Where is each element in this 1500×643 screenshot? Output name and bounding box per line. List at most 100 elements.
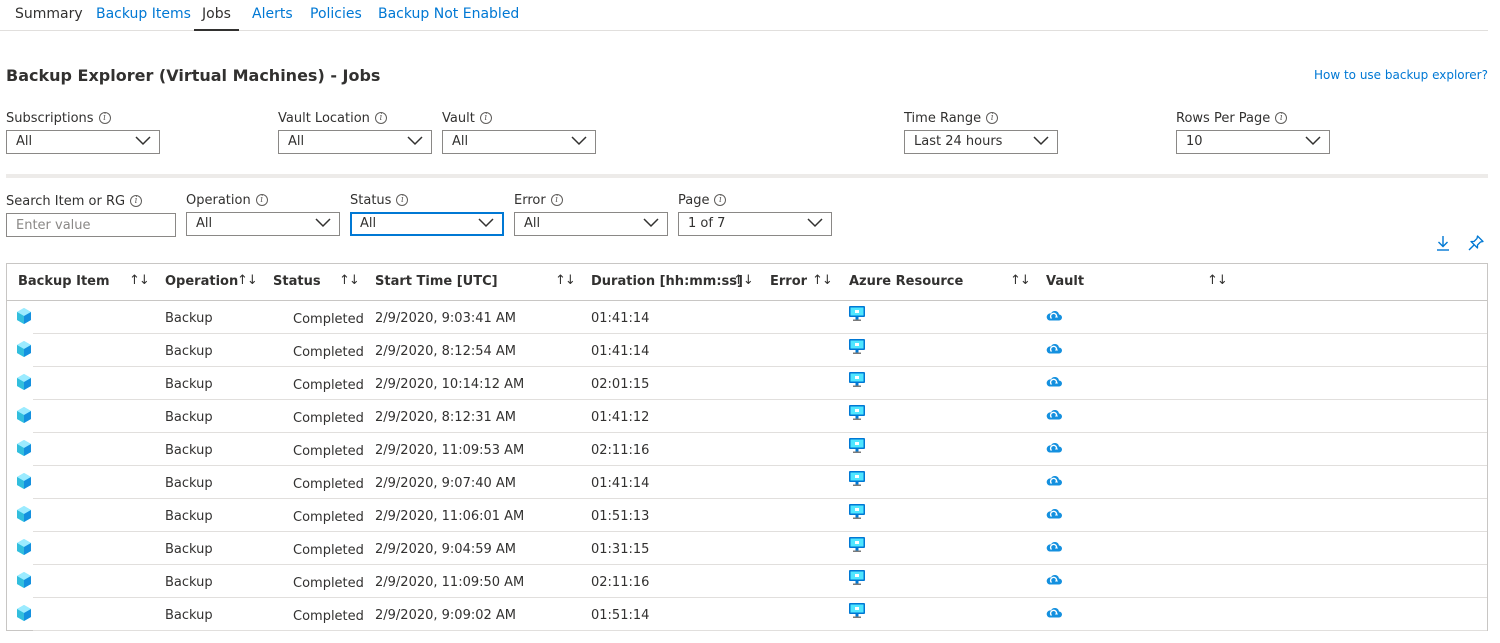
tab-backup-items[interactable]: Backup Items	[96, 6, 191, 22]
status-cell: Completed	[293, 378, 364, 393]
vault-dropdown[interactable]: All	[442, 130, 596, 154]
tab-backup-not-enabled[interactable]: Backup Not Enabled	[378, 6, 519, 22]
tab-jobs[interactable]: Jobs	[194, 6, 239, 31]
table-row[interactable]: Backup Completed 2/9/2020, 11:09:53 AM 0…	[7, 433, 1487, 466]
duration-cell: 02:01:15	[591, 377, 650, 392]
sort-icon[interactable]: ↑↓	[733, 273, 754, 288]
time-range-value: Last 24 hours	[914, 134, 1003, 149]
table-row[interactable]: Backup Completed 2/9/2020, 11:09:50 AM 0…	[7, 565, 1487, 598]
status-cell: Completed	[293, 345, 364, 360]
start-time-cell: 2/9/2020, 9:03:41 AM	[375, 311, 517, 326]
vm-cube-icon	[17, 374, 31, 390]
table-row[interactable]: Backup Completed 2/9/2020, 9:07:40 AM 01…	[7, 466, 1487, 499]
sort-icon[interactable]: ↑↓	[237, 273, 258, 288]
time-range-dropdown[interactable]: Last 24 hours	[904, 130, 1058, 154]
vault-filter: Vault i All	[442, 110, 596, 154]
error-label: Error	[514, 192, 546, 208]
info-icon[interactable]: i	[1275, 112, 1288, 124]
status-cell: Completed	[293, 411, 364, 426]
column-header-status[interactable]: Status	[273, 274, 321, 289]
duration-cell: 01:41:14	[591, 311, 650, 326]
operation-dropdown[interactable]: All	[186, 212, 340, 236]
error-filter: Error i All	[514, 192, 668, 236]
page-dropdown[interactable]: 1 of 7	[678, 212, 832, 236]
duration-cell: 02:11:16	[591, 575, 650, 590]
start-time-cell: 2/9/2020, 11:09:50 AM	[375, 575, 525, 590]
status-cell: Completed	[293, 477, 364, 492]
vm-cube-icon	[17, 341, 31, 357]
vault-location-dropdown[interactable]: All	[278, 130, 432, 154]
info-icon[interactable]: i	[714, 194, 727, 206]
operation-cell: Backup	[165, 476, 213, 491]
column-header-backup-item[interactable]: Backup Item	[18, 274, 110, 289]
vm-cube-icon	[17, 572, 31, 588]
pin-icon[interactable]	[1467, 234, 1485, 252]
operation-cell: Backup	[165, 575, 213, 590]
table-row[interactable]: Backup Completed 2/9/2020, 9:09:02 AM 01…	[7, 598, 1487, 631]
column-header-vault[interactable]: Vault	[1046, 274, 1084, 289]
subscriptions-filter: Subscriptions i All	[6, 110, 160, 154]
column-header-error[interactable]: Error	[770, 274, 807, 289]
sort-icon[interactable]: ↑↓	[1010, 273, 1031, 288]
error-dropdown[interactable]: All	[514, 212, 668, 236]
sort-icon[interactable]: ↑↓	[339, 273, 360, 288]
duration-cell: 01:41:14	[591, 476, 650, 491]
sort-icon[interactable]: ↑↓	[129, 273, 150, 288]
virtual-machine-monitor-icon	[849, 405, 865, 420]
info-icon[interactable]: i	[374, 112, 387, 124]
search-input[interactable]	[6, 213, 176, 237]
vault-location-label: Vault Location	[278, 110, 370, 126]
duration-cell: 02:11:16	[591, 443, 650, 458]
chevron-down-icon	[571, 136, 587, 146]
column-header-operation[interactable]: Operation	[165, 274, 238, 289]
recovery-vault-cloud-icon	[1046, 409, 1062, 420]
status-dropdown[interactable]: All	[350, 212, 504, 236]
tab-summary[interactable]: Summary	[15, 6, 83, 22]
operation-label: Operation	[186, 192, 251, 208]
info-icon[interactable]: i	[396, 194, 409, 206]
sort-icon[interactable]: ↑↓	[812, 273, 833, 288]
recovery-vault-cloud-icon	[1046, 607, 1062, 618]
chevron-down-icon	[1305, 136, 1321, 146]
info-icon[interactable]: i	[479, 112, 492, 124]
operation-cell: Backup	[165, 608, 213, 623]
vm-cube-icon	[17, 407, 31, 423]
chevron-down-icon	[135, 136, 151, 146]
table-row[interactable]: Backup Completed 2/9/2020, 8:12:54 AM 01…	[7, 334, 1487, 367]
info-icon[interactable]: i	[255, 194, 268, 206]
rows-per-page-dropdown[interactable]: 10	[1176, 130, 1330, 154]
sort-icon[interactable]: ↑↓	[555, 273, 576, 288]
info-icon[interactable]: i	[986, 112, 999, 124]
virtual-machine-monitor-icon	[849, 438, 865, 453]
table-row[interactable]: Backup Completed 2/9/2020, 11:06:01 AM 0…	[7, 499, 1487, 532]
operation-cell: Backup	[165, 311, 213, 326]
sort-icon[interactable]: ↑↓	[1207, 273, 1228, 288]
info-icon[interactable]: i	[98, 112, 111, 124]
subscriptions-dropdown[interactable]: All	[6, 130, 160, 154]
vault-label: Vault	[442, 110, 475, 126]
table-row[interactable]: Backup Completed 2/9/2020, 10:14:12 AM 0…	[7, 367, 1487, 400]
help-link[interactable]: How to use backup explorer?	[1314, 68, 1488, 82]
info-icon[interactable]: i	[550, 194, 563, 206]
operation-value: All	[196, 216, 213, 231]
table-row[interactable]: Backup Completed 2/9/2020, 9:03:41 AM 01…	[7, 301, 1487, 334]
column-header-duration[interactable]: Duration [hh:mm:ss]	[591, 274, 743, 289]
status-cell: Completed	[293, 510, 364, 525]
table-row[interactable]: Backup Completed 2/9/2020, 9:04:59 AM 01…	[7, 532, 1487, 565]
vault-location-filter: Vault Location i All	[278, 110, 432, 154]
status-cell: Completed	[293, 609, 364, 624]
duration-cell: 01:31:15	[591, 542, 650, 557]
column-header-start-time[interactable]: Start Time [UTC]	[375, 274, 498, 289]
status-filter: Status i All	[350, 192, 504, 236]
time-range-filter: Time Range i Last 24 hours	[904, 110, 1058, 154]
download-icon[interactable]	[1434, 234, 1452, 252]
chevron-down-icon	[315, 218, 331, 228]
status-cell: Completed	[293, 543, 364, 558]
chevron-down-icon	[643, 218, 659, 228]
table-row[interactable]: Backup Completed 2/9/2020, 8:12:31 AM 01…	[7, 400, 1487, 433]
info-icon[interactable]: i	[130, 195, 143, 207]
column-header-azure-resource[interactable]: Azure Resource	[849, 274, 963, 289]
status-cell: Completed	[293, 444, 364, 459]
tab-alerts[interactable]: Alerts	[252, 6, 293, 22]
tab-policies[interactable]: Policies	[310, 6, 362, 22]
